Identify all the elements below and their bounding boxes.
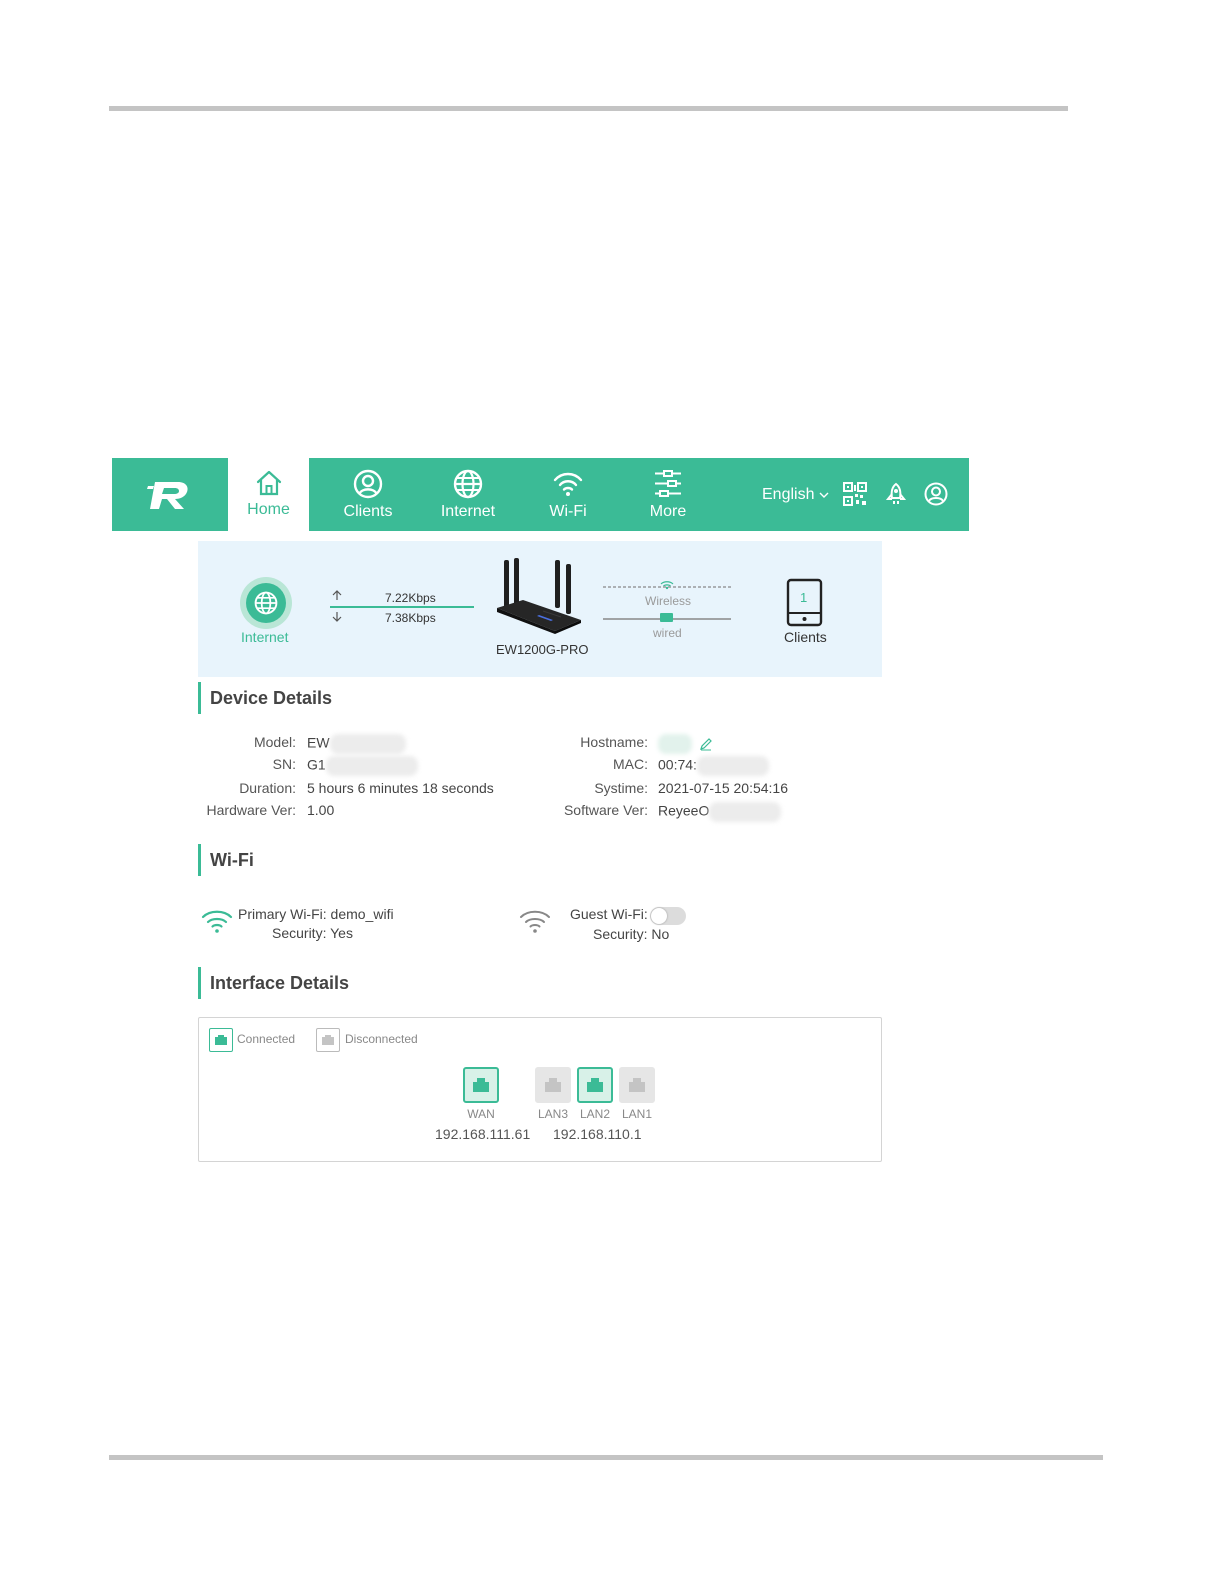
section-title-wifi: Wi-Fi <box>198 844 254 876</box>
port-lan2[interactable] <box>577 1067 613 1103</box>
guest-wifi-security: Security: No <box>593 926 670 942</box>
tab-internet[interactable]: Internet <box>418 458 518 531</box>
ethernet-port-icon <box>322 1035 334 1045</box>
duration-value: 5 hours 6 minutes 18 seconds <box>307 780 494 796</box>
port-lan2-label: LAN2 <box>579 1107 611 1121</box>
port-wan-label: WAN <box>467 1107 495 1121</box>
port-lan3[interactable] <box>535 1067 571 1103</box>
lan-ip: 192.168.110.1 <box>553 1126 642 1142</box>
interface-panel: Connected Disconnected WAN LAN3 LAN2 LAN… <box>198 1017 882 1162</box>
router-image-icon[interactable] <box>493 558 585 634</box>
tab-wifi[interactable]: Wi-Fi <box>518 458 618 531</box>
tab-home-label: Home <box>247 501 290 518</box>
ethernet-port-icon <box>215 1035 227 1045</box>
upload-rate: 7.22Kbps <box>385 591 436 605</box>
port-wan[interactable] <box>463 1067 499 1103</box>
tab-more-label: More <box>649 503 687 520</box>
legend-disconnected-label: Disconnected <box>345 1032 418 1046</box>
device-name: EW1200G-PRO <box>496 642 589 657</box>
redacted-blur <box>696 756 769 776</box>
systime-value: 2021-07-15 20:54:16 <box>658 780 788 796</box>
wired-label: wired <box>653 626 682 640</box>
model-value: EW <box>307 734 406 754</box>
ethernet-port-icon <box>587 1078 603 1092</box>
tab-home[interactable]: Home <box>228 458 309 531</box>
account-icon <box>924 482 948 506</box>
redacted-blur <box>325 756 418 776</box>
hardware-ver-value: 1.00 <box>307 802 335 818</box>
page-top-rule <box>109 106 1068 111</box>
section-title-interface-details: Interface Details <box>198 967 349 999</box>
duration-label: Duration: <box>239 780 296 796</box>
redacted-blur <box>658 734 692 754</box>
globe-icon <box>453 469 483 499</box>
hostname-value <box>658 734 713 754</box>
port-lan1-label: LAN1 <box>621 1107 653 1121</box>
network-topology-panel: Internet 7.22Kbps 7.38Kbps EW1200G-PRO W… <box>198 541 882 677</box>
tab-clients-label: Clients <box>343 503 393 520</box>
r-logo-icon <box>147 481 188 509</box>
legend-connected-label: Connected <box>237 1032 296 1046</box>
rocket-icon <box>885 482 907 504</box>
ethernet-port-icon <box>545 1078 561 1092</box>
tab-internet-label: Internet <box>440 503 496 520</box>
wan-ip: 192.168.111.61 <box>435 1126 531 1142</box>
systime-label: Systime: <box>594 780 648 796</box>
language-label: English <box>762 486 815 503</box>
software-text: ReyeeO <box>658 802 710 819</box>
primary-wifi-name[interactable]: Primary Wi-Fi: demo_wifi <box>238 906 394 922</box>
download-rate: 7.38Kbps <box>385 611 436 625</box>
model-label: Model: <box>253 734 296 750</box>
software-ver-value: ReyeeO <box>658 802 782 822</box>
internet-node[interactable] <box>240 577 292 629</box>
chevron-down-icon <box>819 492 829 498</box>
page-bottom-rule <box>109 1455 1103 1460</box>
guest-wifi-label: Guest Wi-Fi: <box>570 906 648 922</box>
internet-label: Internet <box>241 629 289 645</box>
tab-more[interactable]: More <box>618 458 718 531</box>
hostname-label: Hostname: <box>580 734 648 750</box>
qr-code-button[interactable] <box>842 481 868 507</box>
wireless-label: Wireless <box>645 594 692 608</box>
brand-logo[interactable] <box>112 458 228 531</box>
mac-text: 00:74: <box>658 756 697 773</box>
account-button[interactable] <box>923 481 949 507</box>
qr-code-icon <box>843 482 867 506</box>
more-icon <box>655 470 681 497</box>
guest-wifi-toggle[interactable] <box>650 907 686 925</box>
port-lan3-label: LAN3 <box>537 1107 569 1121</box>
legend-connected-swatch <box>209 1028 233 1052</box>
rocket-button[interactable] <box>883 481 909 507</box>
port-lan1[interactable] <box>619 1067 655 1103</box>
mac-value: 00:74: <box>658 756 769 776</box>
sn-label: SN: <box>272 756 296 772</box>
tab-clients[interactable]: Clients <box>318 458 418 531</box>
edit-pencil-icon[interactable] <box>699 737 713 751</box>
language-selector[interactable]: English <box>762 486 829 504</box>
ethernet-port-icon <box>629 1078 645 1092</box>
home-icon <box>256 470 281 496</box>
section-title-device-details: Device Details <box>198 682 332 714</box>
model-text: EW <box>307 734 330 751</box>
primary-wifi-icon <box>201 910 233 933</box>
mac-label: MAC: <box>613 756 648 772</box>
user-icon <box>353 469 383 499</box>
sn-text: G1 <box>307 756 326 773</box>
wifi-icon <box>553 472 583 496</box>
redacted-blur <box>329 734 406 754</box>
software-ver-label: Software Ver: <box>563 802 648 818</box>
legend-disconnected-swatch <box>316 1028 340 1052</box>
redacted-blur <box>709 802 782 822</box>
top-nav-bar: Home Clients Internet Wi-Fi More English <box>112 458 969 531</box>
clients-label: Clients <box>784 629 827 645</box>
guest-wifi-icon <box>520 910 550 933</box>
client-count: 1 <box>800 590 808 605</box>
hardware-ver-label: Hardware Ver: <box>206 802 296 818</box>
tab-wifi-label: Wi-Fi <box>549 503 587 520</box>
ethernet-port-icon <box>473 1078 489 1092</box>
globe-icon <box>254 591 278 615</box>
sn-value: G1 <box>307 756 418 776</box>
primary-wifi-security: Security: Yes <box>272 925 353 941</box>
